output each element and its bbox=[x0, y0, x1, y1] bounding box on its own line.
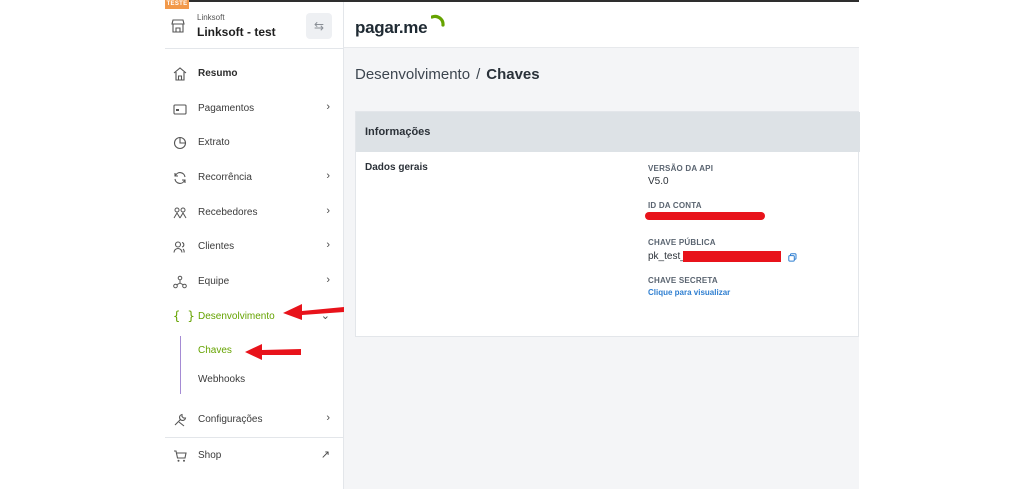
sidebar-item-label: Resumo bbox=[198, 68, 238, 79]
sidebar-divider bbox=[165, 437, 344, 438]
card-icon bbox=[173, 104, 187, 115]
copy-icon[interactable] bbox=[788, 253, 797, 262]
people-icon bbox=[173, 207, 187, 219]
team-icon bbox=[173, 275, 187, 289]
breadcrumb-parent[interactable]: Desenvolvimento bbox=[355, 66, 470, 83]
sidebar-item-resumo[interactable]: Resumo bbox=[165, 57, 344, 91]
sidebar-subitem-chaves[interactable]: Chaves bbox=[198, 345, 232, 356]
refresh-icon bbox=[174, 172, 186, 184]
annotation-arrow-chaves bbox=[245, 344, 301, 360]
annotation-arrow-desenvolvimento bbox=[283, 304, 344, 320]
sidebar-item-shop[interactable]: Shop ↗ bbox=[165, 439, 344, 473]
chevron-right-icon: › bbox=[326, 274, 330, 286]
breadcrumb: Desenvolvimento / Chaves bbox=[355, 66, 540, 83]
chevron-right-icon: › bbox=[326, 170, 330, 182]
card-header: Informações bbox=[356, 112, 860, 152]
pie-icon bbox=[173, 136, 187, 150]
sidebar-item-label: Shop bbox=[198, 450, 222, 461]
switch-account-icon[interactable]: ⇆ bbox=[306, 13, 332, 39]
public-key-label: CHAVE PÚBLICA bbox=[648, 238, 716, 247]
sidebar-item-configuracoes[interactable]: Configurações › bbox=[165, 403, 344, 437]
main-content: pagar.me Desenvolvimento / Chaves Informaç… bbox=[344, 2, 860, 489]
sidebar-item-pagamentos[interactable]: Pagamentos › bbox=[165, 92, 344, 126]
home-icon bbox=[173, 67, 187, 81]
tools-icon bbox=[174, 413, 187, 427]
code-icon: { } bbox=[173, 309, 195, 323]
sidebar-item-label: Desenvolvimento bbox=[198, 311, 275, 322]
submenu-rail bbox=[180, 336, 181, 394]
sidebar-subitem-webhooks[interactable]: Webhooks bbox=[198, 374, 245, 385]
redaction-mark-account-id bbox=[645, 212, 765, 220]
reveal-secret-key-link[interactable]: Clique para visualizar bbox=[648, 288, 730, 297]
page-title: Chaves bbox=[486, 66, 540, 83]
sidebar-item-label: Clientes bbox=[198, 241, 235, 252]
sidebar-item-label: Extrato bbox=[198, 137, 230, 148]
api-version-label: VERSÃO DA API bbox=[648, 164, 714, 173]
breadcrumb-separator: / bbox=[476, 66, 481, 83]
public-key-value: pk_test_ bbox=[648, 251, 686, 262]
info-card: Informações Dados gerais VERSÃO DA API V… bbox=[355, 111, 860, 337]
top-bar: pagar.me bbox=[344, 2, 859, 48]
sidebar-item-recebedores[interactable]: Recebedores › bbox=[165, 196, 344, 230]
sidebar-item-label: Equipe bbox=[198, 276, 230, 287]
chevron-right-icon: › bbox=[326, 412, 330, 424]
organization-name: Linksoft bbox=[197, 13, 225, 22]
sidebar-item-recorrencia[interactable]: Recorrência › bbox=[165, 161, 344, 195]
external-link-icon: ↗ bbox=[320, 449, 330, 461]
sidebar-item-label: Pagamentos bbox=[198, 103, 255, 114]
chevron-right-icon: › bbox=[326, 239, 330, 251]
store-icon bbox=[171, 19, 185, 33]
sidebar: Linksoft Linksoft - test ⇆ Resumo Pagame… bbox=[165, 2, 344, 489]
sidebar-item-label: Recorrência bbox=[198, 172, 252, 183]
section-label: Dados gerais bbox=[365, 162, 428, 173]
chevron-right-icon: › bbox=[326, 205, 330, 217]
sidebar-item-clientes[interactable]: Clientes › bbox=[165, 230, 344, 264]
users-icon bbox=[173, 241, 185, 253]
sidebar-item-label: Configurações bbox=[198, 414, 263, 425]
account-id-label: ID DA CONTA bbox=[648, 201, 702, 210]
sidebar-item-equipe[interactable]: Equipe › bbox=[165, 265, 344, 299]
sidebar-item-extrato[interactable]: Extrato bbox=[165, 126, 344, 160]
environment-badge: TESTE bbox=[165, 0, 189, 9]
account-name: Linksoft - test bbox=[197, 25, 276, 39]
brand-logo[interactable]: pagar.me bbox=[355, 18, 428, 38]
api-version-value: V5.0 bbox=[648, 176, 669, 187]
chevron-right-icon: › bbox=[326, 101, 330, 113]
secret-key-label: CHAVE SECRETA bbox=[648, 276, 718, 285]
redaction-mark-public-key bbox=[683, 251, 781, 262]
sidebar-item-label: Recebedores bbox=[198, 207, 258, 218]
account-header[interactable]: Linksoft Linksoft - test ⇆ bbox=[165, 2, 344, 49]
card-title: Informações bbox=[365, 126, 431, 138]
app-frame: Linksoft Linksoft - test ⇆ Resumo Pagame… bbox=[0, 0, 1024, 489]
cart-icon bbox=[174, 450, 187, 462]
brand-swoosh-icon bbox=[431, 14, 445, 27]
